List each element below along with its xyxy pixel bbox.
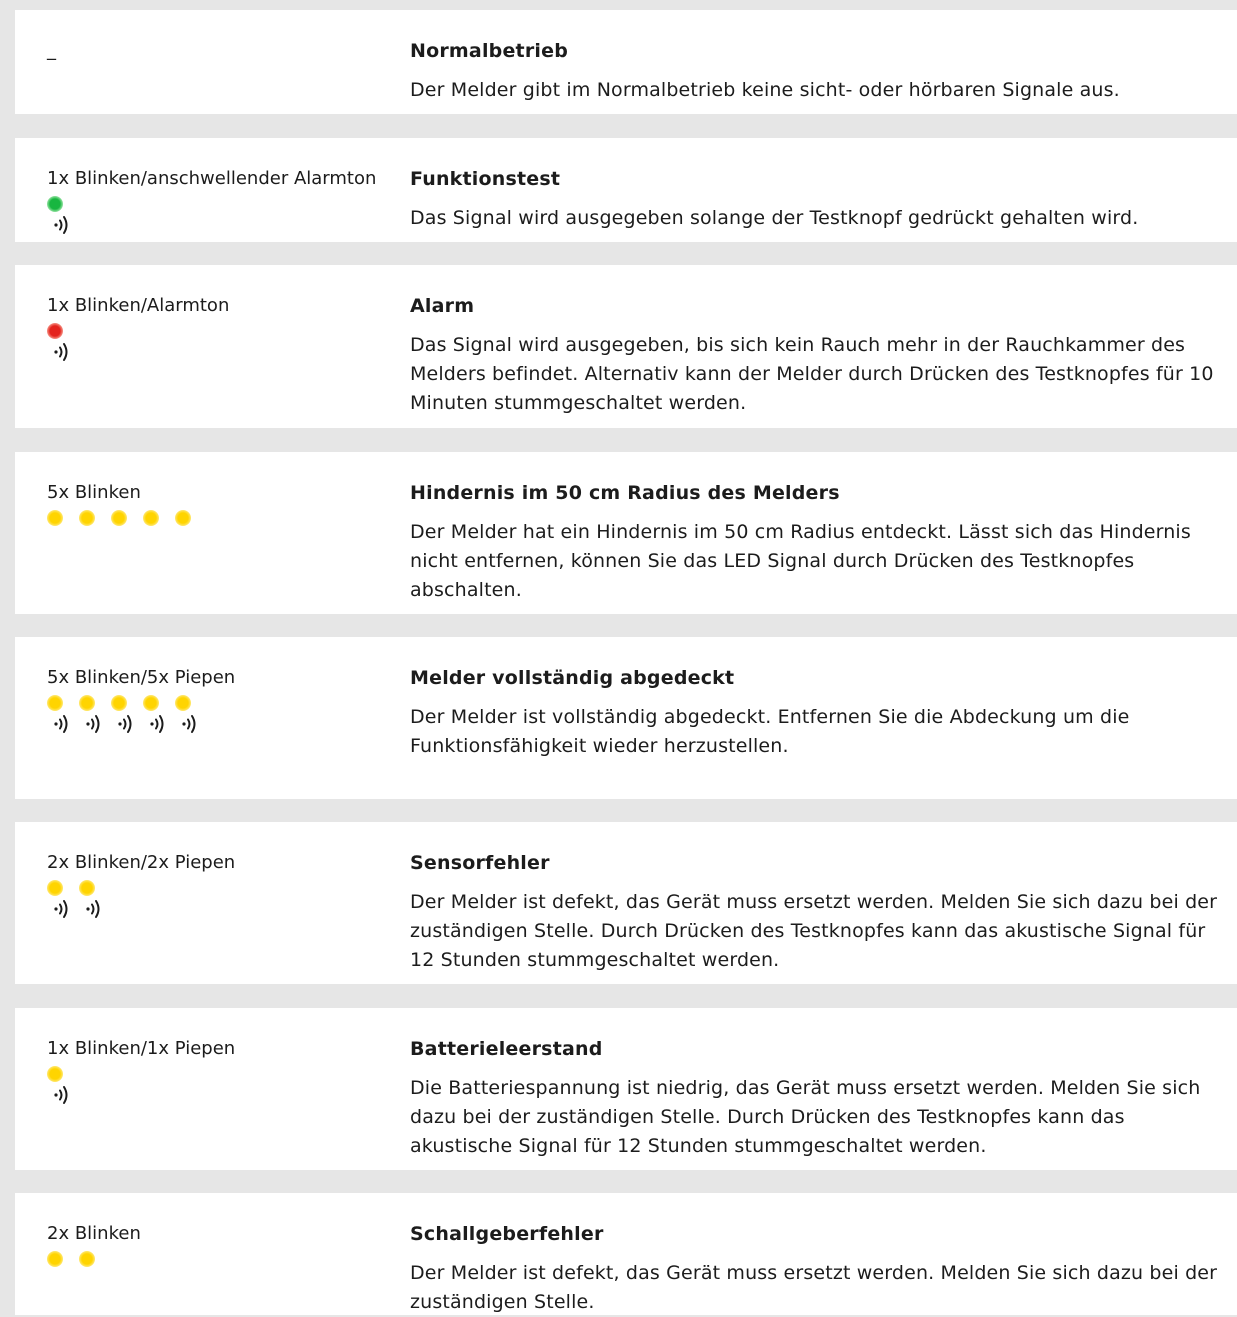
signal-pattern: 1x Blinken/Alarmton bbox=[47, 295, 230, 316]
sound-wave-icon bbox=[83, 896, 107, 920]
signal-indicator bbox=[79, 695, 107, 735]
table-row-normalbetrieb: _ Normalbetrieb Der Melder gibt im Norma… bbox=[15, 10, 1237, 114]
signal-indicator bbox=[47, 695, 75, 735]
yellow-led-icon bbox=[79, 880, 95, 896]
row-title: Schallgeberfehler bbox=[410, 1223, 604, 1245]
signal-pattern: 2x Blinken/2x Piepen bbox=[47, 852, 236, 873]
signal-pattern: 1x Blinken/1x Piepen bbox=[47, 1038, 236, 1059]
yellow-led-icon bbox=[47, 880, 63, 896]
row-description: Der Melder ist defekt, das Gerät muss er… bbox=[410, 1262, 1218, 1313]
sound-wave-icon bbox=[51, 711, 75, 735]
row-description: Das Signal wird ausgegeben solange der T… bbox=[410, 207, 1139, 229]
row-title: Funktionstest bbox=[410, 168, 561, 190]
signal-indicator bbox=[143, 510, 171, 550]
table-row-alarm: 1x Blinken/Alarmton Alarm Das Signal wir… bbox=[15, 265, 1237, 428]
sound-wave-icon bbox=[51, 1082, 75, 1106]
yellow-led-icon bbox=[47, 510, 63, 526]
table-row-sensorfehler: 2x Blinken/2x Piepen Sensorfehler Der Me… bbox=[15, 822, 1237, 984]
yellow-led-icon bbox=[47, 1066, 63, 1082]
row-description: Der Melder gibt im Normalbetrieb keine s… bbox=[410, 79, 1120, 101]
table-row-hindernis: 5x Blinken Hindernis im 50 cm Radius des… bbox=[15, 452, 1237, 614]
signal-indicator bbox=[111, 510, 139, 550]
row-description: Das Signal wird ausgegeben, bis sich kei… bbox=[410, 334, 1214, 414]
table-row-schallgeberfehler: 2x Blinken Schallgeberfehler Der Melder … bbox=[15, 1193, 1237, 1315]
yellow-led-icon bbox=[111, 510, 127, 526]
sound-wave-icon bbox=[115, 711, 139, 735]
yellow-led-icon bbox=[47, 1251, 63, 1267]
signal-table: _ Normalbetrieb Der Melder gibt im Norma… bbox=[0, 0, 1237, 1315]
yellow-led-icon bbox=[79, 1251, 95, 1267]
signal-indicator bbox=[47, 1251, 75, 1291]
row-description: Die Batteriespannung ist niedrig, das Ge… bbox=[410, 1077, 1201, 1157]
row-title: Melder vollständig abgedeckt bbox=[410, 667, 735, 689]
row-description: Der Melder hat ein Hindernis im 50 cm Ra… bbox=[410, 521, 1191, 601]
yellow-led-icon bbox=[143, 695, 159, 711]
signal-indicator bbox=[175, 510, 203, 550]
row-title: Sensorfehler bbox=[410, 852, 550, 874]
signal-indicator bbox=[79, 880, 107, 920]
table-row-abgedeckt: 5x Blinken/5x Piepen Melder vollständig … bbox=[15, 637, 1237, 799]
sound-wave-icon bbox=[51, 339, 75, 363]
signal-indicator bbox=[47, 323, 75, 363]
yellow-led-icon bbox=[175, 510, 191, 526]
yellow-led-icon bbox=[47, 695, 63, 711]
yellow-led-icon bbox=[111, 695, 127, 711]
signal-indicator bbox=[111, 695, 139, 735]
table-row-batterieleerstand: 1x Blinken/1x Piepen Batterieleerstand D… bbox=[15, 1008, 1237, 1170]
signal-pattern: 5x Blinken/5x Piepen bbox=[47, 667, 236, 688]
signal-indicator bbox=[47, 880, 75, 920]
red-led-icon bbox=[47, 323, 63, 339]
signal-indicator bbox=[143, 695, 171, 735]
signal-indicator bbox=[175, 695, 203, 735]
signal-indicator bbox=[79, 510, 107, 550]
row-title: Normalbetrieb bbox=[410, 40, 568, 62]
green-led-icon bbox=[47, 196, 63, 212]
sound-wave-icon bbox=[147, 711, 171, 735]
row-title: Batterieleerstand bbox=[410, 1038, 603, 1060]
signal-pattern: 1x Blinken/anschwellender Alarmton bbox=[47, 168, 377, 189]
yellow-led-icon bbox=[79, 695, 95, 711]
sound-wave-icon bbox=[51, 212, 75, 236]
table-row-funktionstest: 1x Blinken/anschwellender Alarmton Funkt… bbox=[15, 138, 1237, 242]
signal-indicator bbox=[47, 196, 75, 236]
signal-pattern: _ bbox=[47, 40, 56, 61]
yellow-led-icon bbox=[175, 695, 191, 711]
sound-wave-icon bbox=[83, 711, 107, 735]
row-description: Der Melder ist defekt, das Gerät muss er… bbox=[410, 891, 1218, 971]
signal-indicator bbox=[47, 1066, 75, 1106]
signal-pattern: 5x Blinken bbox=[47, 482, 141, 503]
row-description: Der Melder ist vollständig abgedeckt. En… bbox=[410, 706, 1130, 757]
yellow-led-icon bbox=[143, 510, 159, 526]
row-title: Alarm bbox=[410, 295, 475, 317]
sound-wave-icon bbox=[179, 711, 203, 735]
row-title: Hindernis im 50 cm Radius des Melders bbox=[410, 482, 840, 504]
signal-indicator bbox=[47, 510, 75, 550]
sound-wave-icon bbox=[51, 896, 75, 920]
signal-indicator bbox=[79, 1251, 107, 1291]
signal-pattern: 2x Blinken bbox=[47, 1223, 141, 1244]
yellow-led-icon bbox=[79, 510, 95, 526]
